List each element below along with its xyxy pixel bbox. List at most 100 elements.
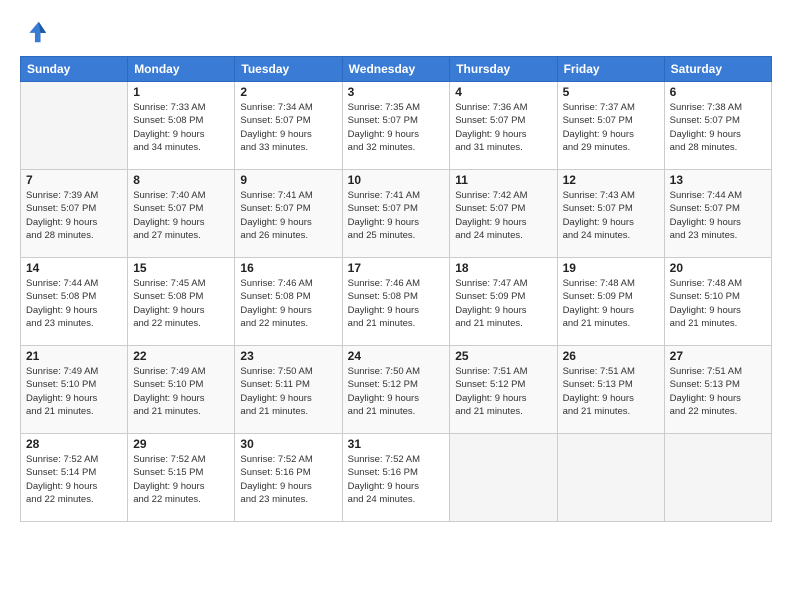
calendar-cell: 27 Sunrise: 7:51 AM Sunset: 5:13 PM Dayli… xyxy=(664,346,771,434)
day-detail: Sunrise: 7:42 AM Sunset: 5:07 PM Dayligh… xyxy=(455,189,551,242)
calendar-cell: 10 Sunrise: 7:41 AM Sunset: 5:07 PM Dayli… xyxy=(342,170,450,258)
day-detail: Sunrise: 7:33 AM Sunset: 5:08 PM Dayligh… xyxy=(133,101,229,154)
day-number: 31 xyxy=(348,437,445,451)
week-row-2: 14 Sunrise: 7:44 AM Sunset: 5:08 PM Dayli… xyxy=(21,258,772,346)
day-number: 1 xyxy=(133,85,229,99)
day-number: 9 xyxy=(240,173,336,187)
day-number: 24 xyxy=(348,349,445,363)
day-detail: Sunrise: 7:50 AM Sunset: 5:11 PM Dayligh… xyxy=(240,365,336,418)
calendar-cell: 14 Sunrise: 7:44 AM Sunset: 5:08 PM Dayli… xyxy=(21,258,128,346)
day-number: 5 xyxy=(563,85,659,99)
calendar-cell xyxy=(21,82,128,170)
day-number: 22 xyxy=(133,349,229,363)
calendar-cell: 31 Sunrise: 7:52 AM Sunset: 5:16 PM Dayli… xyxy=(342,434,450,522)
day-detail: Sunrise: 7:50 AM Sunset: 5:12 PM Dayligh… xyxy=(348,365,445,418)
day-detail: Sunrise: 7:37 AM Sunset: 5:07 PM Dayligh… xyxy=(563,101,659,154)
week-row-0: 1 Sunrise: 7:33 AM Sunset: 5:08 PM Daylig… xyxy=(21,82,772,170)
day-number: 27 xyxy=(670,349,766,363)
calendar-cell: 9 Sunrise: 7:41 AM Sunset: 5:07 PM Daylig… xyxy=(235,170,342,258)
calendar-cell: 4Sunrise: 7:36 AM Sunset: 5:07 PM Daylig… xyxy=(450,82,557,170)
day-number: 2 xyxy=(240,85,336,99)
day-number: 17 xyxy=(348,261,445,275)
calendar-cell xyxy=(664,434,771,522)
day-number: 14 xyxy=(26,261,122,275)
day-number: 20 xyxy=(670,261,766,275)
day-detail: Sunrise: 7:41 AM Sunset: 5:07 PM Dayligh… xyxy=(348,189,445,242)
calendar-header-row: SundayMondayTuesdayWednesdayThursdayFrid… xyxy=(21,57,772,82)
day-number: 12 xyxy=(563,173,659,187)
day-number: 19 xyxy=(563,261,659,275)
day-detail: Sunrise: 7:41 AM Sunset: 5:07 PM Dayligh… xyxy=(240,189,336,242)
col-header-saturday: Saturday xyxy=(664,57,771,82)
week-row-1: 7 Sunrise: 7:39 AM Sunset: 5:07 PM Daylig… xyxy=(21,170,772,258)
day-number: 3 xyxy=(348,85,445,99)
day-number: 16 xyxy=(240,261,336,275)
day-detail: Sunrise: 7:51 AM Sunset: 5:13 PM Dayligh… xyxy=(670,365,766,418)
calendar-cell: 7 Sunrise: 7:39 AM Sunset: 5:07 PM Daylig… xyxy=(21,170,128,258)
page: SundayMondayTuesdayWednesdayThursdayFrid… xyxy=(0,0,792,612)
col-header-wednesday: Wednesday xyxy=(342,57,450,82)
col-header-sunday: Sunday xyxy=(21,57,128,82)
day-number: 6 xyxy=(670,85,766,99)
calendar-cell: 30 Sunrise: 7:52 AM Sunset: 5:16 PM Dayli… xyxy=(235,434,342,522)
day-detail: Sunrise: 7:48 AM Sunset: 5:10 PM Dayligh… xyxy=(670,277,766,330)
calendar-cell: 23Sunrise: 7:50 AM Sunset: 5:11 PM Dayli… xyxy=(235,346,342,434)
day-detail: Sunrise: 7:49 AM Sunset: 5:10 PM Dayligh… xyxy=(133,365,229,418)
day-number: 25 xyxy=(455,349,551,363)
day-detail: Sunrise: 7:52 AM Sunset: 5:16 PM Dayligh… xyxy=(348,453,445,506)
day-detail: Sunrise: 7:43 AM Sunset: 5:07 PM Dayligh… xyxy=(563,189,659,242)
calendar-cell: 21 Sunrise: 7:49 AM Sunset: 5:10 PM Dayli… xyxy=(21,346,128,434)
calendar-cell: 28 Sunrise: 7:52 AM Sunset: 5:14 PM Dayli… xyxy=(21,434,128,522)
col-header-friday: Friday xyxy=(557,57,664,82)
logo-icon xyxy=(20,18,48,46)
calendar-cell: 17 Sunrise: 7:46 AM Sunset: 5:08 PM Dayli… xyxy=(342,258,450,346)
calendar-cell: 6 Sunrise: 7:38 AM Sunset: 5:07 PM Daylig… xyxy=(664,82,771,170)
day-number: 8 xyxy=(133,173,229,187)
day-number: 11 xyxy=(455,173,551,187)
col-header-thursday: Thursday xyxy=(450,57,557,82)
week-row-4: 28 Sunrise: 7:52 AM Sunset: 5:14 PM Dayli… xyxy=(21,434,772,522)
header xyxy=(20,18,772,46)
day-detail: Sunrise: 7:52 AM Sunset: 5:14 PM Dayligh… xyxy=(26,453,122,506)
calendar-cell xyxy=(450,434,557,522)
calendar-table: SundayMondayTuesdayWednesdayThursdayFrid… xyxy=(20,56,772,522)
day-number: 28 xyxy=(26,437,122,451)
day-number: 18 xyxy=(455,261,551,275)
day-number: 30 xyxy=(240,437,336,451)
calendar-cell: 24 Sunrise: 7:50 AM Sunset: 5:12 PM Dayli… xyxy=(342,346,450,434)
day-detail: Sunrise: 7:52 AM Sunset: 5:16 PM Dayligh… xyxy=(240,453,336,506)
day-number: 15 xyxy=(133,261,229,275)
logo xyxy=(20,18,52,46)
calendar-cell: 20 Sunrise: 7:48 AM Sunset: 5:10 PM Dayli… xyxy=(664,258,771,346)
day-detail: Sunrise: 7:34 AM Sunset: 5:07 PM Dayligh… xyxy=(240,101,336,154)
day-detail: Sunrise: 7:36 AM Sunset: 5:07 PM Dayligh… xyxy=(455,101,551,154)
day-detail: Sunrise: 7:51 AM Sunset: 5:12 PM Dayligh… xyxy=(455,365,551,418)
week-row-3: 21 Sunrise: 7:49 AM Sunset: 5:10 PM Dayli… xyxy=(21,346,772,434)
calendar-cell: 12 Sunrise: 7:43 AM Sunset: 5:07 PM Dayli… xyxy=(557,170,664,258)
day-detail: Sunrise: 7:51 AM Sunset: 5:13 PM Dayligh… xyxy=(563,365,659,418)
calendar-cell: 19 Sunrise: 7:48 AM Sunset: 5:09 PM Dayli… xyxy=(557,258,664,346)
col-header-tuesday: Tuesday xyxy=(235,57,342,82)
day-number: 10 xyxy=(348,173,445,187)
day-detail: Sunrise: 7:35 AM Sunset: 5:07 PM Dayligh… xyxy=(348,101,445,154)
day-detail: Sunrise: 7:45 AM Sunset: 5:08 PM Dayligh… xyxy=(133,277,229,330)
calendar-cell: 8Sunrise: 7:40 AM Sunset: 5:07 PM Daylig… xyxy=(128,170,235,258)
day-detail: Sunrise: 7:52 AM Sunset: 5:15 PM Dayligh… xyxy=(133,453,229,506)
day-detail: Sunrise: 7:39 AM Sunset: 5:07 PM Dayligh… xyxy=(26,189,122,242)
day-detail: Sunrise: 7:46 AM Sunset: 5:08 PM Dayligh… xyxy=(348,277,445,330)
calendar-cell: 25 Sunrise: 7:51 AM Sunset: 5:12 PM Dayli… xyxy=(450,346,557,434)
day-detail: Sunrise: 7:44 AM Sunset: 5:08 PM Dayligh… xyxy=(26,277,122,330)
day-detail: Sunrise: 7:38 AM Sunset: 5:07 PM Dayligh… xyxy=(670,101,766,154)
calendar-cell: 5 Sunrise: 7:37 AM Sunset: 5:07 PM Daylig… xyxy=(557,82,664,170)
day-number: 26 xyxy=(563,349,659,363)
day-detail: Sunrise: 7:47 AM Sunset: 5:09 PM Dayligh… xyxy=(455,277,551,330)
day-number: 7 xyxy=(26,173,122,187)
calendar-cell: 3 Sunrise: 7:35 AM Sunset: 5:07 PM Daylig… xyxy=(342,82,450,170)
calendar-cell xyxy=(557,434,664,522)
day-detail: Sunrise: 7:49 AM Sunset: 5:10 PM Dayligh… xyxy=(26,365,122,418)
calendar-cell: 22 Sunrise: 7:49 AM Sunset: 5:10 PM Dayli… xyxy=(128,346,235,434)
calendar-cell: 16Sunrise: 7:46 AM Sunset: 5:08 PM Dayli… xyxy=(235,258,342,346)
day-detail: Sunrise: 7:48 AM Sunset: 5:09 PM Dayligh… xyxy=(563,277,659,330)
calendar-cell: 1 Sunrise: 7:33 AM Sunset: 5:08 PM Daylig… xyxy=(128,82,235,170)
day-number: 21 xyxy=(26,349,122,363)
